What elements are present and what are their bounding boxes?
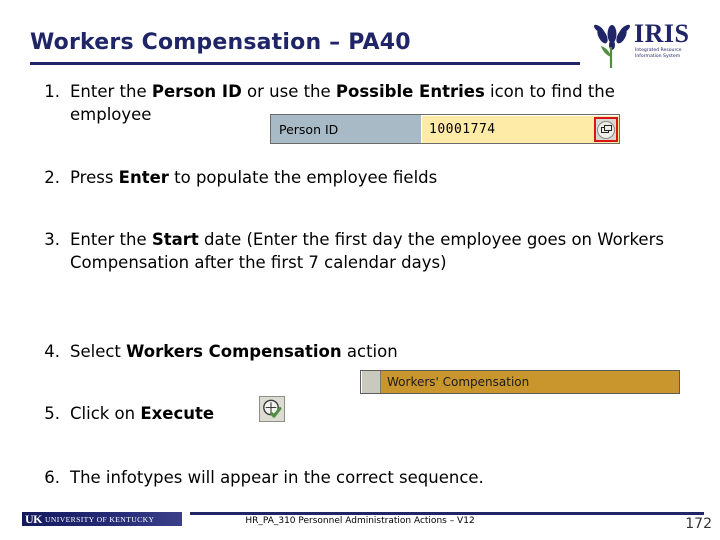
list-item-text: Enter the Start date (Enter the first da… (70, 228, 672, 274)
emphasis-text: Start (151, 230, 199, 249)
list-item-text: Click on Execute (70, 402, 672, 425)
emphasis-text: Workers Compensation (126, 342, 342, 361)
list-item: 4. Select Workers Compensation action (32, 340, 672, 363)
emphasis-text: Execute (140, 404, 215, 423)
plain-text: Enter the (70, 82, 152, 101)
person-id-value: 10001774 (429, 122, 496, 137)
execute-button[interactable] (259, 396, 285, 422)
plain-text: action (341, 342, 398, 361)
plain-text: or use the (241, 82, 336, 101)
emphasis-text: Possible Entries (335, 82, 485, 101)
person-id-field-screenshot: Person ID 10001774 (270, 114, 620, 144)
emphasis-text: Enter (118, 168, 169, 187)
list-item-number: 6. (44, 468, 60, 487)
possible-entries-icon (597, 120, 615, 139)
list-item-number: 4. (44, 342, 60, 361)
list-item: 3. Enter the Start date (Enter the first… (32, 228, 672, 274)
list-item: 6. The infotypes will appear in the corr… (32, 466, 672, 489)
list-item-text: Press Enter to populate the employee fie… (70, 166, 672, 189)
iris-wordmark: IRIS (634, 19, 690, 48)
workers-compensation-action-row[interactable]: Workers' Compensation (360, 370, 680, 394)
list-item: 5. Click on Execute (32, 402, 672, 425)
list-item: 2. Press Enter to populate the employee … (32, 166, 672, 189)
iris-tagline-line2: Information System (635, 54, 681, 59)
plain-text: Select (70, 342, 127, 361)
iris-logo: IRIS Integrated Resource Information Sys… (594, 20, 704, 72)
list-item-number: 2. (44, 168, 60, 187)
plain-text: The infotypes will appear in the correct… (70, 468, 484, 487)
list-item-text: Select Workers Compensation action (70, 340, 672, 363)
list-item-text: The infotypes will appear in the correct… (70, 466, 672, 489)
plain-text: to populate the employee fields (168, 168, 438, 187)
iris-tagline: Integrated Resource Information System (635, 48, 699, 60)
row-selector-handle[interactable] (361, 371, 381, 393)
plain-text: Click on (70, 404, 141, 423)
page-title: Workers Compensation – PA40 (30, 30, 411, 55)
footer-course-text: HR_PA_310 Personnel Administration Actio… (245, 516, 475, 526)
plain-text: Press (70, 168, 119, 187)
action-label: Workers' Compensation (387, 375, 530, 389)
emphasis-text: Person ID (151, 82, 242, 101)
execute-clock-check-icon (263, 399, 282, 418)
list-item-number: 5. (44, 404, 60, 423)
page-number: 172 (685, 516, 712, 532)
iris-flower-icon (594, 24, 630, 68)
plain-text: Enter the (70, 230, 152, 249)
person-id-input[interactable]: 10001774 (421, 115, 619, 143)
list-item-number: 3. (44, 230, 60, 249)
footer-divider (190, 512, 704, 515)
person-id-label: Person ID (271, 115, 421, 143)
title-divider (30, 62, 580, 65)
list-item-number: 1. (44, 82, 60, 101)
possible-entries-button[interactable] (594, 117, 618, 142)
